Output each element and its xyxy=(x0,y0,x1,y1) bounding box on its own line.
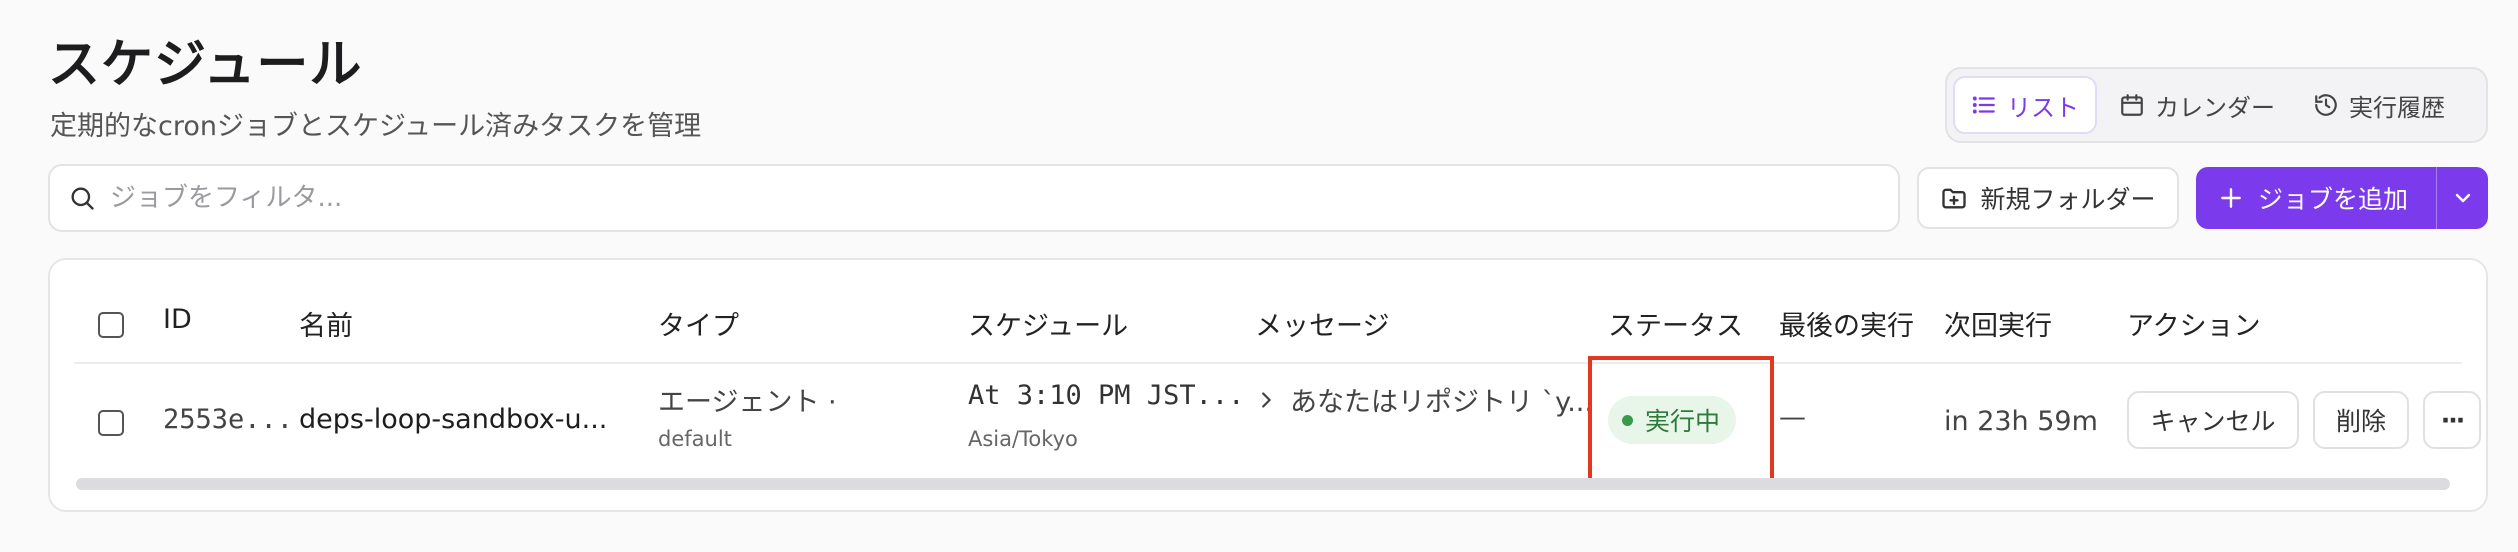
add-job-label: ジョブを追加 xyxy=(2258,185,2409,214)
view-switcher: リスト カレンダー 実行履歴 xyxy=(1945,67,2488,143)
add-job-button[interactable]: ジョブを追加 xyxy=(2196,167,2436,229)
status-label: 実行中 xyxy=(1645,407,1721,436)
header-id: ID xyxy=(163,304,192,335)
chevron-right-icon[interactable] xyxy=(1255,387,1277,413)
header-status: ステータス xyxy=(1608,311,1743,342)
search-input[interactable] xyxy=(110,183,1898,213)
jobs-table: ID 名前 タイプ スケジュール メッセージ ステータス 最後の実行 次回実行 … xyxy=(48,258,2488,512)
page-subtitle: 定期的なcronジョブとスケジュール済みタスクを管理 xyxy=(50,111,702,142)
horizontal-scrollbar[interactable] xyxy=(76,478,2450,490)
status-dot-icon xyxy=(1622,414,1633,426)
add-job-button-group: ジョブを追加 xyxy=(2196,167,2488,229)
add-job-dropdown-button[interactable] xyxy=(2436,167,2488,229)
page-title: スケジュール xyxy=(48,35,363,95)
list-icon xyxy=(1972,96,1995,114)
job-schedule: At 3:10 PM JST... xyxy=(968,380,1245,411)
select-all-checkbox[interactable] xyxy=(98,312,124,338)
history-icon xyxy=(2315,94,2337,116)
header-name: 名前 xyxy=(299,311,353,342)
row-checkbox[interactable] xyxy=(98,410,124,436)
header-type: タイプ xyxy=(658,311,739,342)
cancel-button[interactable]: キャンセル xyxy=(2127,391,2299,449)
header-last-run: 最後の実行 xyxy=(1779,311,1914,342)
job-type: エージェント · xyxy=(658,387,837,418)
new-folder-label: 新規フォルダー xyxy=(1980,185,2156,214)
plus-icon xyxy=(2221,188,2241,208)
last-run: — xyxy=(1779,402,1806,433)
next-run: in 23h 59m xyxy=(1944,406,2098,437)
view-tab-list[interactable]: リスト xyxy=(1953,76,2097,134)
header-divider xyxy=(74,362,2462,364)
delete-button[interactable]: 削除 xyxy=(2313,391,2409,449)
job-type-sub: default xyxy=(658,427,732,451)
view-tab-history[interactable]: 実行履歴 xyxy=(2297,76,2461,134)
more-options-button[interactable]: ··· xyxy=(2423,391,2481,449)
search-icon xyxy=(71,187,94,210)
job-name[interactable]: deps-loop-sandbox-u... xyxy=(299,404,607,435)
search-box xyxy=(48,164,1900,232)
view-tab-calendar-label: カレンダー xyxy=(2155,93,2275,122)
status-badge: 実行中 xyxy=(1608,396,1737,444)
more-icon: ··· xyxy=(2440,405,2465,435)
header-actions: アクション xyxy=(2127,311,2261,342)
header-message: メッセージ xyxy=(1255,311,1390,342)
folder-plus-icon xyxy=(1942,188,1967,209)
header-schedule: スケジュール xyxy=(968,311,1129,342)
header-next-run: 次回実行 xyxy=(1944,311,2052,342)
job-timezone: Asia/Tokyo xyxy=(968,427,1078,451)
job-message: あなたはリポジトリ `y... xyxy=(1290,387,1593,418)
new-folder-button[interactable]: 新規フォルダー xyxy=(1917,167,2179,229)
calendar-icon xyxy=(2121,94,2143,116)
view-tab-list-label: リスト xyxy=(2007,93,2079,122)
view-tab-history-label: 実行履歴 xyxy=(2349,93,2445,122)
chevron-down-icon xyxy=(2455,193,2470,203)
job-id: 2553e... xyxy=(163,404,294,435)
view-tab-calendar[interactable]: カレンダー xyxy=(2103,76,2291,134)
